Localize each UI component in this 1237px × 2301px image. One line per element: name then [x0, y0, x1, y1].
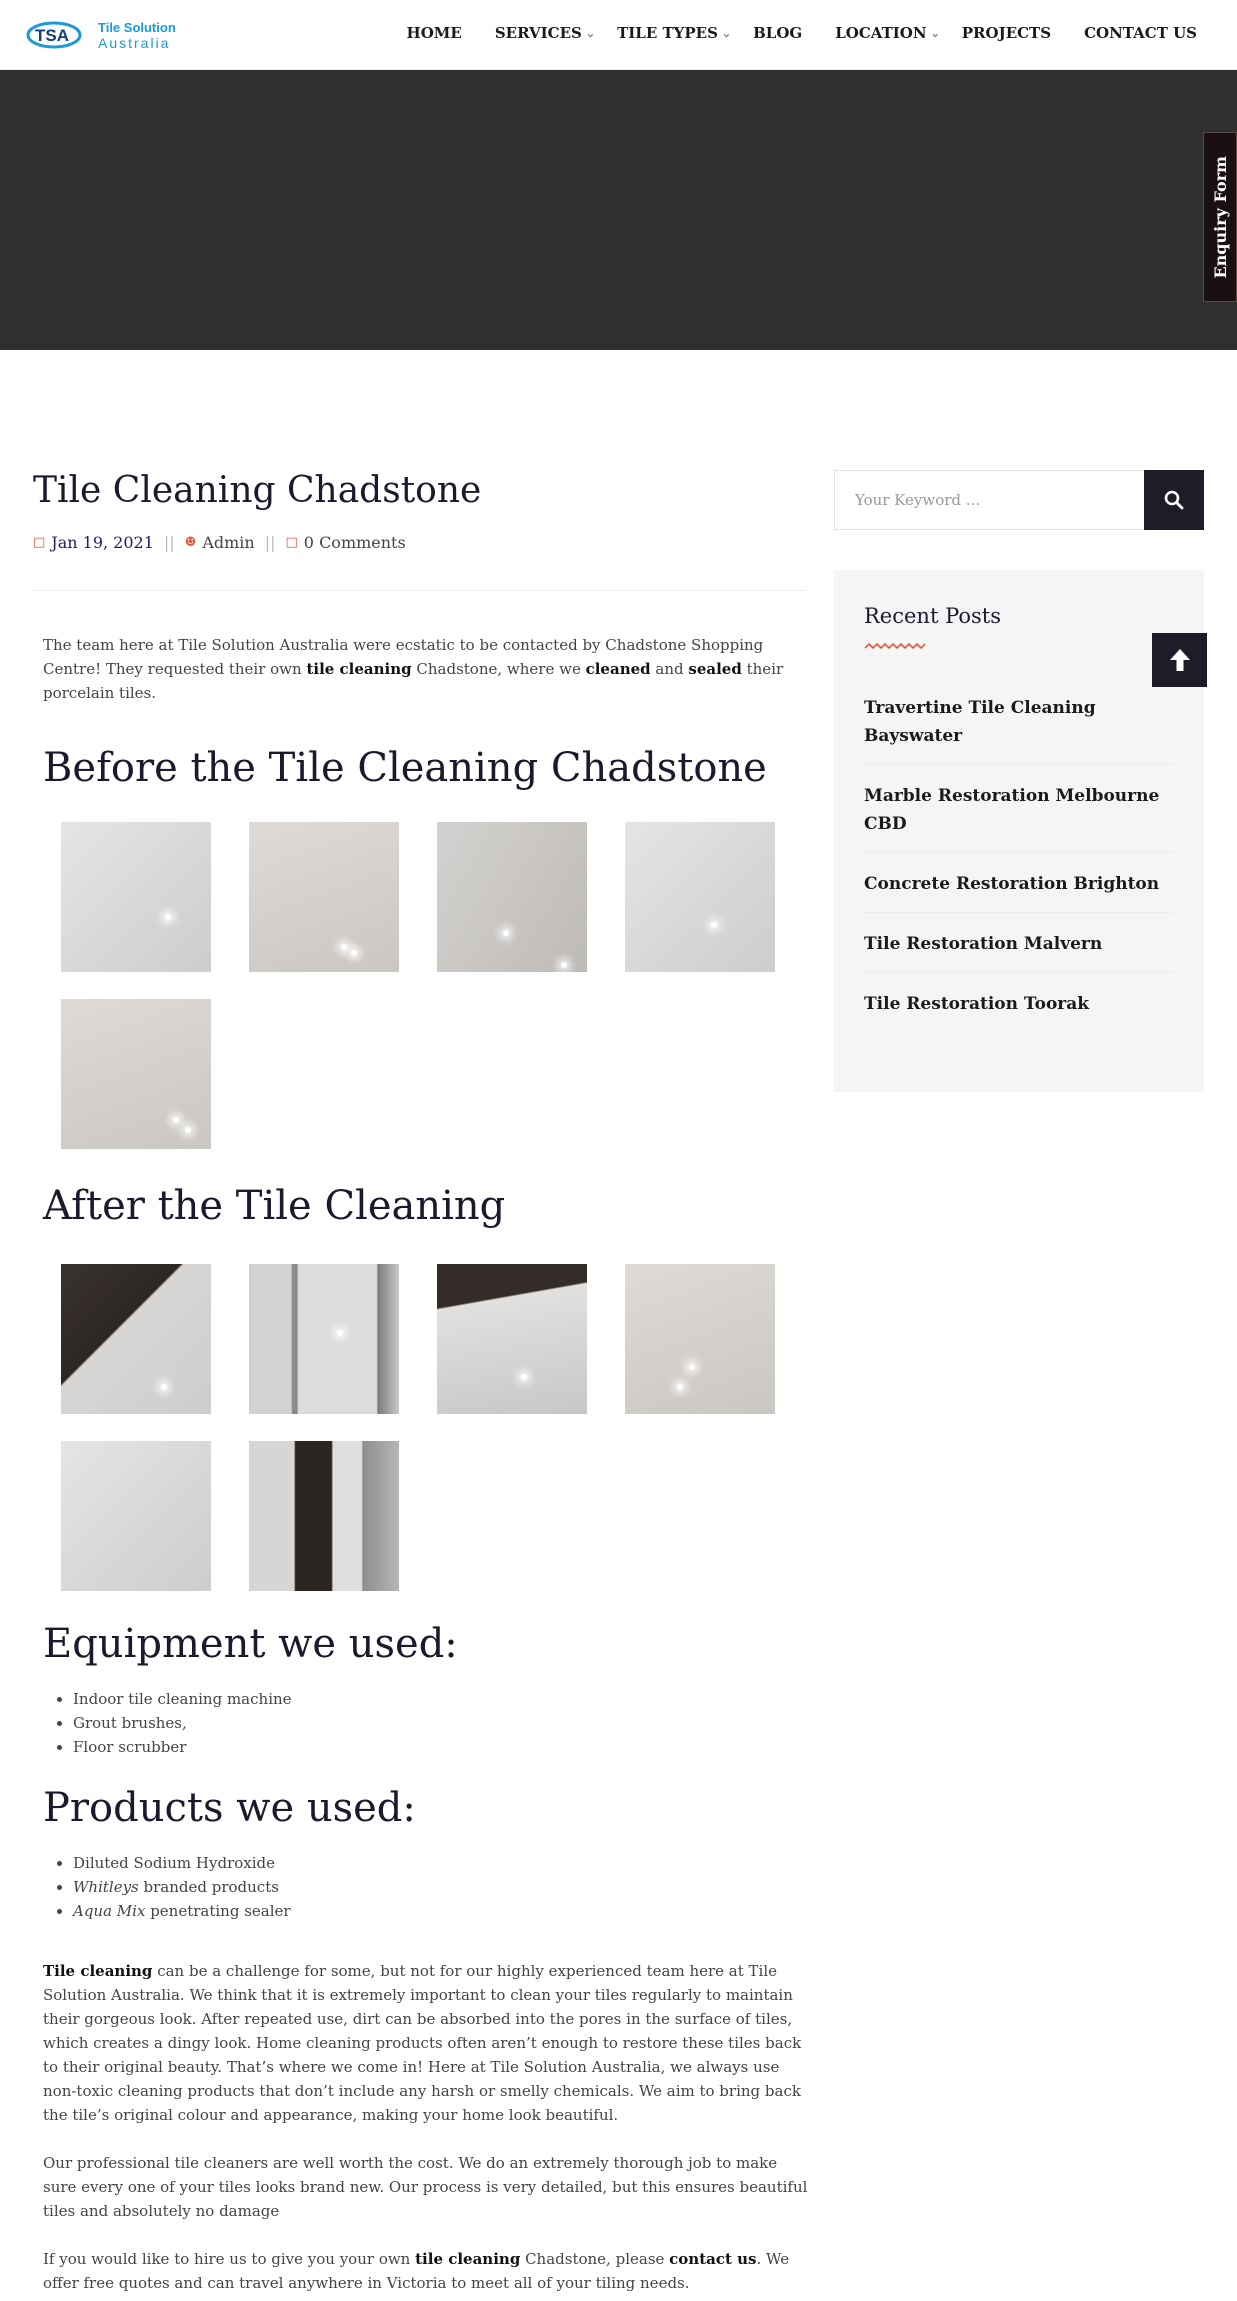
- site-header: TSA Tile Solution Australia HOME SERVICE…: [0, 0, 1237, 70]
- after-photo[interactable]: [61, 1264, 211, 1414]
- after-photo[interactable]: [61, 1441, 211, 1591]
- enquiry-form-tab[interactable]: Enquiry Form: [1203, 132, 1237, 302]
- list-item: Indoor tile cleaning machine: [73, 1687, 805, 1711]
- list-item: Floor scrubber: [73, 1735, 805, 1759]
- recent-post-link[interactable]: Concrete Restoration Brighton: [864, 870, 1174, 913]
- after-photo[interactable]: [249, 1441, 399, 1591]
- before-photo[interactable]: [61, 999, 211, 1149]
- recent-posts-list: Travertine Tile Cleaning Bayswater Marbl…: [864, 694, 1174, 1032]
- svg-text:Tile Solution: Tile Solution: [98, 20, 176, 35]
- after-photo[interactable]: [249, 1264, 399, 1414]
- body-paragraph: Tile cleaning can be a challenge for som…: [43, 1962, 802, 2124]
- svg-text:TSA: TSA: [35, 26, 69, 45]
- comment-icon: □: [285, 535, 298, 550]
- recent-posts-widget: Recent Posts Travertine Tile Cleaning Ba…: [834, 570, 1204, 1092]
- nav-contact-us[interactable]: CONTACT US: [1084, 24, 1197, 42]
- contact-us-link[interactable]: contact us: [669, 2250, 756, 2268]
- scroll-to-top-button[interactable]: [1152, 633, 1207, 687]
- user-icon: ☻: [184, 535, 197, 550]
- calendar-icon: □: [33, 535, 46, 550]
- list-item: Aqua Mix penetrating sealer: [73, 1899, 805, 1923]
- svg-text:Australia: Australia: [98, 35, 170, 51]
- squiggle-divider: [864, 642, 926, 650]
- equipment-heading: Equipment we used:: [43, 1621, 458, 1667]
- arrow-up-icon: [1169, 649, 1190, 671]
- search-icon: [1164, 490, 1184, 510]
- products-heading: Products we used:: [43, 1785, 416, 1831]
- post-comments[interactable]: 0 Comments: [304, 533, 406, 552]
- body-paragraph: If you would like to hire us to give you…: [43, 2250, 790, 2292]
- divider: [33, 590, 805, 591]
- site-logo[interactable]: TSA Tile Solution Australia: [26, 18, 206, 52]
- equipment-list: Indoor tile cleaning machine Grout brush…: [73, 1687, 805, 1759]
- list-item: Whitleys branded products: [73, 1875, 805, 1899]
- list-item: Diluted Sodium Hydroxide: [73, 1851, 805, 1875]
- page-hero-banner: [0, 70, 1237, 350]
- post-content: Tile Cleaning Chadstone □ Jan 19, 2021 |…: [33, 470, 807, 2295]
- main-nav: HOME SERVICES ⌄ TILE TYPES ⌄ BLOG LOCATION…: [374, 24, 1197, 42]
- recent-post-link[interactable]: Tile Restoration Toorak: [864, 990, 1174, 1032]
- body-paragraph: Our professional tile cleaners are well …: [43, 2154, 808, 2220]
- nav-projects[interactable]: PROJECTS: [962, 24, 1051, 42]
- recent-post-link[interactable]: Travertine Tile Cleaning Bayswater: [864, 694, 1174, 765]
- page-title: Tile Cleaning Chadstone: [33, 470, 482, 511]
- before-photo[interactable]: [249, 822, 399, 972]
- chevron-down-icon: ⌄: [721, 26, 732, 40]
- nav-blog[interactable]: BLOG: [753, 24, 802, 42]
- nav-home[interactable]: HOME: [407, 24, 462, 42]
- search-button[interactable]: [1144, 470, 1204, 530]
- post-date[interactable]: Jan 19, 2021: [51, 533, 154, 552]
- before-photo[interactable]: [61, 822, 211, 972]
- after-photo[interactable]: [625, 1264, 775, 1414]
- nav-location[interactable]: LOCATION ⌄: [835, 24, 940, 42]
- post-author[interactable]: Admin: [202, 533, 254, 552]
- logo-icon: TSA Tile Solution Australia: [26, 20, 176, 51]
- recent-posts-title: Recent Posts: [864, 604, 1001, 628]
- recent-post-link[interactable]: Tile Restoration Malvern: [864, 930, 1174, 973]
- sidebar: Recent Posts Travertine Tile Cleaning Ba…: [834, 470, 1204, 1092]
- after-heading: After the Tile Cleaning: [43, 1183, 506, 1229]
- chevron-down-icon: ⌄: [930, 26, 940, 40]
- products-list: Diluted Sodium Hydroxide Whitleys brande…: [73, 1851, 805, 1923]
- nav-tile-types[interactable]: TILE TYPES ⌄: [617, 24, 731, 42]
- nav-services[interactable]: SERVICES ⌄: [495, 24, 595, 42]
- search-input[interactable]: [834, 470, 1144, 530]
- post-meta: □ Jan 19, 2021 || ☻ Admin || □ 0 Comment…: [33, 533, 406, 552]
- after-photo[interactable]: [437, 1264, 587, 1414]
- list-item: Grout brushes,: [73, 1711, 805, 1735]
- before-photo[interactable]: [625, 822, 775, 972]
- after-gallery: [61, 1264, 805, 1591]
- before-gallery: [61, 822, 805, 1149]
- recent-post-link[interactable]: Marble Restoration Melbourne CBD: [864, 782, 1174, 853]
- before-heading: Before the Tile Cleaning Chadstone: [43, 745, 767, 791]
- before-photo[interactable]: [437, 822, 587, 972]
- intro-paragraph: The team here at Tile Solution Australia…: [43, 636, 784, 702]
- chevron-down-icon: ⌄: [585, 26, 596, 40]
- search-form: [834, 470, 1204, 530]
